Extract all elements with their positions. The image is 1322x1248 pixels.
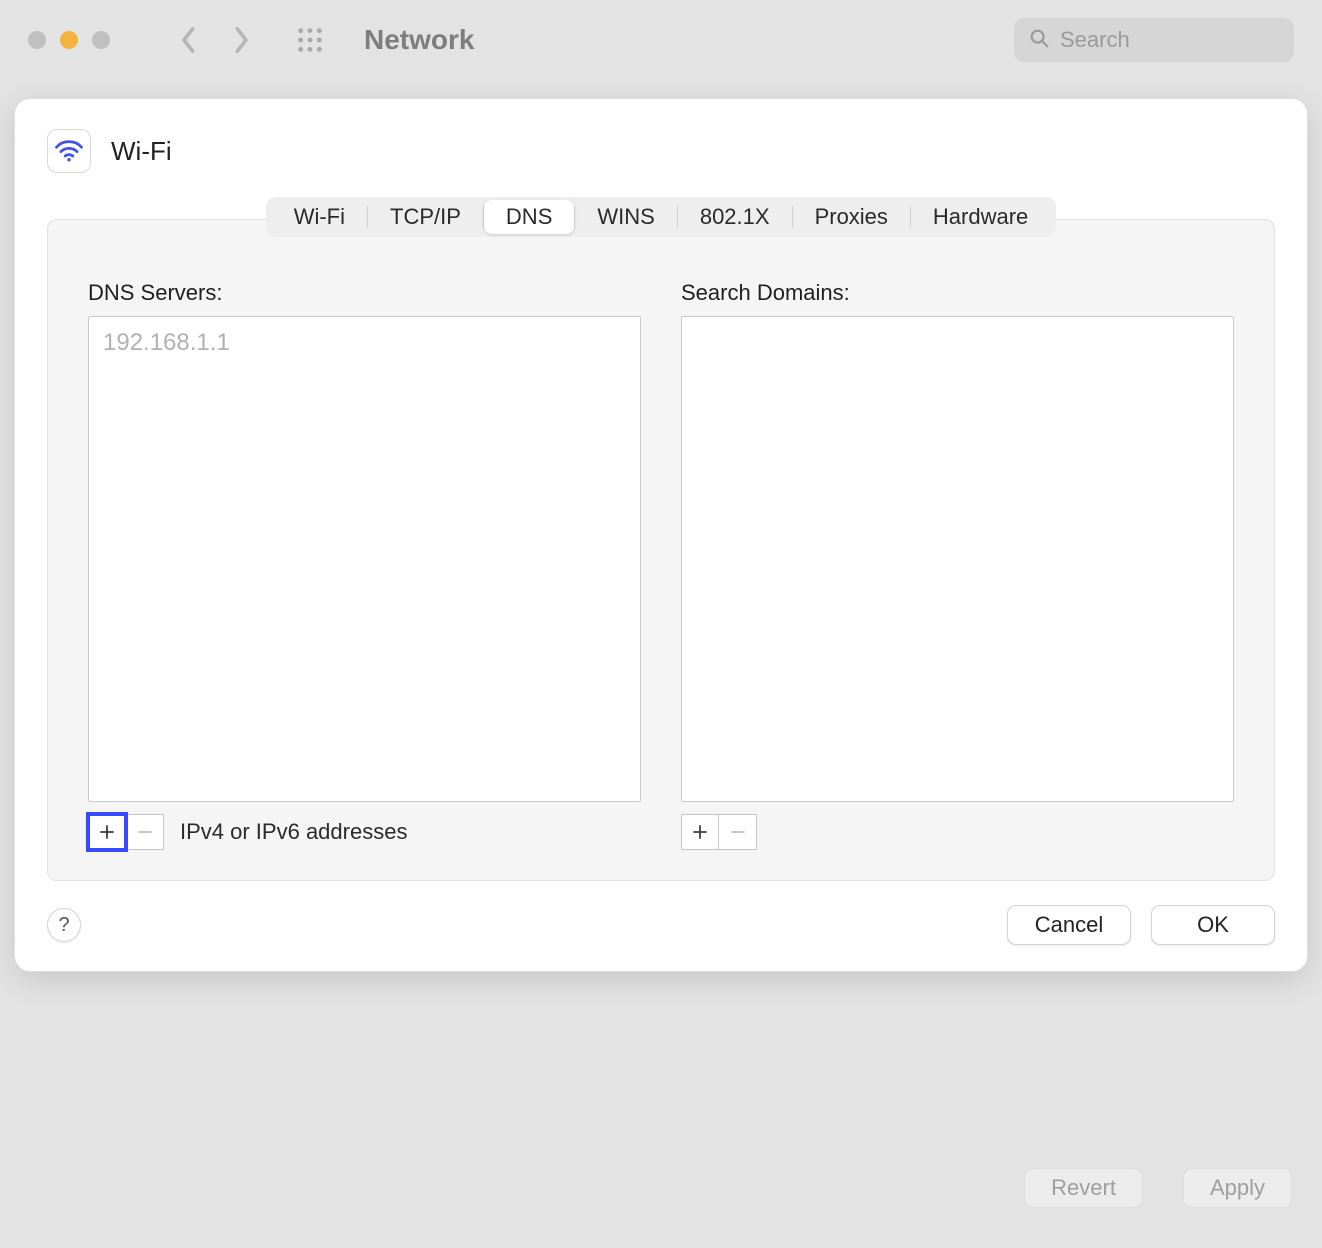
search-domains-label: Search Domains: bbox=[681, 280, 1234, 306]
back-button[interactable] bbox=[176, 27, 202, 53]
ok-button[interactable]: OK bbox=[1151, 905, 1275, 945]
background-window-actions: Revert Apply bbox=[1024, 1168, 1292, 1208]
advanced-settings-sheet: Wi-Fi Wi-Fi TCP/IP DNS WINS 802.1X Proxi… bbox=[14, 98, 1308, 972]
search-icon bbox=[1028, 27, 1050, 54]
zoom-window-button[interactable] bbox=[92, 31, 110, 49]
connection-name: Wi-Fi bbox=[111, 136, 172, 167]
minimize-window-button[interactable] bbox=[60, 31, 78, 49]
cancel-button[interactable]: Cancel bbox=[1007, 905, 1131, 945]
add-search-domain-button[interactable] bbox=[681, 814, 719, 850]
add-dns-server-button[interactable] bbox=[88, 814, 126, 850]
tab-wins[interactable]: WINS bbox=[575, 200, 676, 234]
revert-button[interactable]: Revert bbox=[1024, 1168, 1143, 1208]
search-input[interactable] bbox=[1060, 27, 1280, 53]
apply-button[interactable]: Apply bbox=[1183, 1168, 1292, 1208]
wifi-icon bbox=[47, 129, 91, 173]
titlebar: Network bbox=[0, 0, 1322, 80]
dns-servers-list[interactable]: 192.168.1.1 bbox=[88, 316, 641, 802]
forward-button[interactable] bbox=[228, 27, 254, 53]
help-button[interactable]: ? bbox=[47, 908, 81, 942]
show-all-icon[interactable] bbox=[296, 26, 324, 54]
dns-server-entry[interactable]: 192.168.1.1 bbox=[101, 325, 628, 361]
remove-search-domain-button[interactable] bbox=[719, 814, 757, 850]
close-window-button[interactable] bbox=[28, 31, 46, 49]
tab-proxies[interactable]: Proxies bbox=[793, 200, 910, 234]
window-title: Network bbox=[364, 24, 474, 56]
tab-tcpip[interactable]: TCP/IP bbox=[368, 200, 483, 234]
tab-8021x[interactable]: 802.1X bbox=[678, 200, 792, 234]
search-domains-column: Search Domains: bbox=[681, 280, 1234, 850]
tab-dns[interactable]: DNS bbox=[484, 200, 574, 234]
dns-servers-label: DNS Servers: bbox=[88, 280, 641, 306]
remove-dns-server-button[interactable] bbox=[126, 814, 164, 850]
traffic-lights bbox=[28, 31, 110, 49]
search-domains-list[interactable] bbox=[681, 316, 1234, 802]
tab-wifi[interactable]: Wi-Fi bbox=[272, 200, 367, 234]
dns-servers-column: DNS Servers: 192.168.1.1 bbox=[88, 280, 641, 850]
settings-tabs: Wi-Fi TCP/IP DNS WINS 802.1X Proxies Har… bbox=[266, 197, 1057, 237]
tab-hardware[interactable]: Hardware bbox=[911, 200, 1050, 234]
dns-hint: IPv4 or IPv6 addresses bbox=[180, 819, 407, 845]
search-field-wrap[interactable] bbox=[1014, 18, 1294, 62]
